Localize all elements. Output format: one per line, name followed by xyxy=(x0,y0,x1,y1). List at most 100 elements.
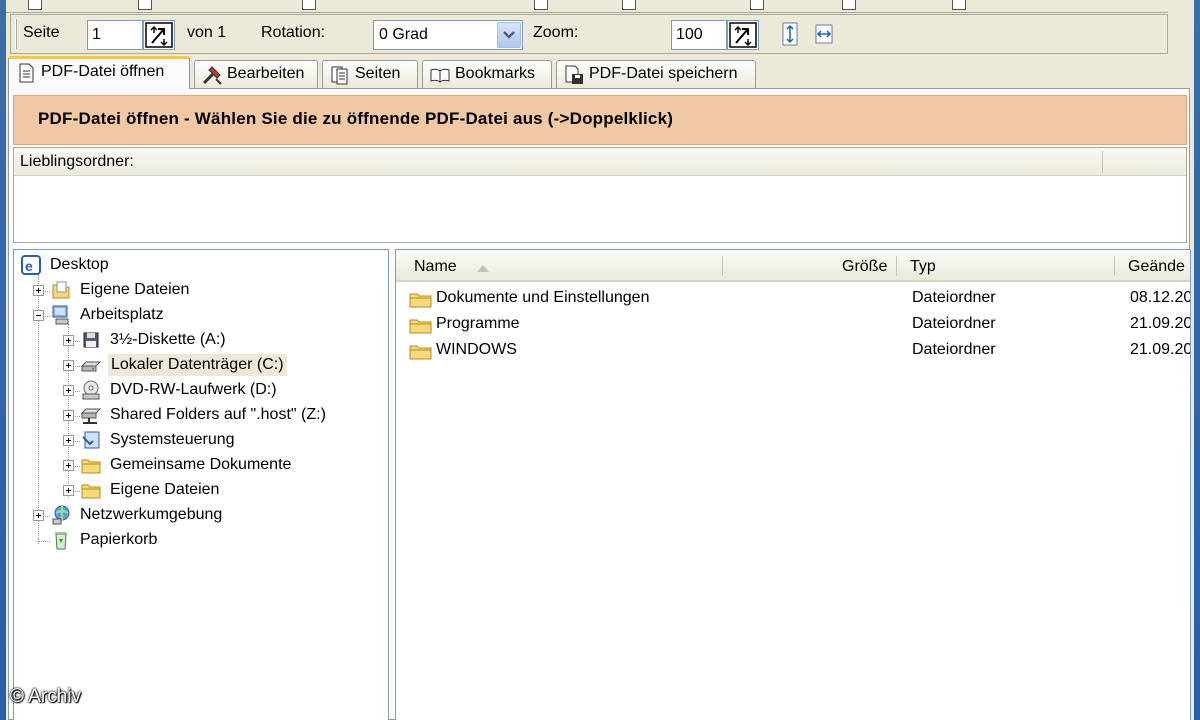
pdf-tool-window: Seite 1 von 1 Rotation: 0 Grad Zoom: 100… xyxy=(0,0,1200,720)
column-divider[interactable] xyxy=(1102,151,1103,173)
column-header-name[interactable]: Name xyxy=(414,258,457,276)
tree-item-network[interactable]: Netzwerkumgebung xyxy=(14,504,384,528)
chevron-down-icon[interactable] xyxy=(497,22,521,48)
tree-item-shared-folders[interactable]: Shared Folders auf ".host" (Z:) xyxy=(14,404,384,428)
toolbar-grip[interactable] xyxy=(15,19,17,49)
folder-icon xyxy=(80,454,102,476)
tree-item-dvd[interactable]: DVD-RW-Laufwerk (D:) xyxy=(14,379,384,403)
svg-text:e: e xyxy=(25,258,33,274)
expand-icon[interactable] xyxy=(63,435,74,446)
column-divider[interactable] xyxy=(1114,256,1115,276)
toolbar-icon[interactable] xyxy=(534,0,548,10)
file-name: WINDOWS xyxy=(436,341,517,358)
tree-item-recycle-bin[interactable]: Papierkorb xyxy=(14,529,384,553)
tree-item-shared-documents[interactable]: Gemeinsame Dokumente xyxy=(14,454,384,478)
tab-pdf-save[interactable]: PDF-Datei speichern xyxy=(556,60,756,88)
navigation-toolbar: Seite 1 von 1 Rotation: 0 Grad Zoom: 100 xyxy=(10,14,1168,54)
tree-item-local-disk[interactable]: Lokaler Datenträger (C:) xyxy=(14,354,384,378)
tab-panel-pdf-open: PDF-Datei öffnen - Wählen Sie die zu öff… xyxy=(8,88,1191,720)
favorites-list[interactable]: Lieblingsordner: xyxy=(13,147,1187,243)
tab-pdf-open[interactable]: PDF-Datei öffnen xyxy=(8,56,190,89)
collapse-icon[interactable] xyxy=(33,310,44,321)
tree-item-control-panel[interactable]: Systemsteuerung xyxy=(14,429,384,453)
tree-item-label: 3½-Diskette (A:) xyxy=(110,331,226,348)
desktop-icon: e xyxy=(20,254,42,276)
main-toolbar xyxy=(6,0,1168,13)
favorites-header-label: Lieblingsordner: xyxy=(20,153,134,170)
expand-icon[interactable] xyxy=(33,285,44,296)
network-icon xyxy=(50,504,72,526)
save-icon xyxy=(563,64,585,86)
document-icon xyxy=(15,62,37,84)
tab-pages[interactable]: Seiten xyxy=(322,60,418,88)
tree-item-label: Desktop xyxy=(50,256,109,273)
window-frame-right xyxy=(1194,0,1200,720)
tools-icon xyxy=(201,64,223,86)
tree-item-my-files[interactable]: Eigene Dateien xyxy=(14,479,384,503)
my-documents-icon xyxy=(50,279,72,301)
toolbar-icon[interactable] xyxy=(750,0,764,10)
expand-icon[interactable] xyxy=(63,460,74,471)
tree-item-label: Gemeinsame Dokumente xyxy=(110,456,292,473)
tab-bar: PDF-Datei öffnen Bearbeiten Seiten Bookm… xyxy=(8,56,1168,89)
tab-label: Bearbeiten xyxy=(227,65,305,82)
expand-icon[interactable] xyxy=(63,385,74,396)
control-panel-icon xyxy=(80,429,102,451)
toolbar-icon[interactable] xyxy=(138,0,152,10)
tab-label: PDF-Datei speichern xyxy=(589,65,738,82)
tree-item-label: Arbeitsplatz xyxy=(80,306,164,323)
copyright-watermark: © Archiv xyxy=(10,686,82,707)
file-row[interactable]: Programme Dateiordner 21.09.20 xyxy=(396,312,1190,338)
floppy-icon xyxy=(80,329,102,351)
tree-line xyxy=(38,541,50,542)
stepper-arrows-icon xyxy=(729,22,757,48)
file-modified: 21.09.20 xyxy=(1130,341,1191,358)
toolbar-icon[interactable] xyxy=(302,0,316,10)
rotation-select[interactable]: 0 Grad xyxy=(373,20,523,50)
file-name: Dokumente und Einstellungen xyxy=(436,289,650,306)
tree-item-label: Lokaler Datenträger (C:) xyxy=(108,354,287,376)
recycle-bin-icon xyxy=(50,529,72,551)
tab-label: PDF-Datei öffnen xyxy=(41,63,165,80)
fit-width-icon[interactable] xyxy=(813,21,835,47)
expand-icon[interactable] xyxy=(63,410,74,421)
tree-item-my-documents[interactable]: Eigene Dateien xyxy=(14,279,384,303)
file-modified: 21.09.20 xyxy=(1130,315,1191,332)
toolbar-icon[interactable] xyxy=(28,0,42,10)
expand-icon[interactable] xyxy=(63,360,74,371)
tab-edit[interactable]: Bearbeiten xyxy=(194,60,318,88)
instruction-banner: PDF-Datei öffnen - Wählen Sie die zu öff… xyxy=(13,95,1187,145)
file-type: Dateiordner xyxy=(912,315,996,332)
tree-item-label: Papierkorb xyxy=(80,531,158,548)
page-number-input[interactable]: 1 xyxy=(87,20,143,50)
tree-item-floppy[interactable]: 3½-Diskette (A:) xyxy=(14,329,384,353)
file-row[interactable]: Dokumente und Einstellungen Dateiordner … xyxy=(396,286,1190,312)
zoom-stepper[interactable] xyxy=(727,20,759,50)
expand-icon[interactable] xyxy=(33,510,44,521)
folder-icon xyxy=(408,340,434,367)
fit-height-icon[interactable] xyxy=(779,21,801,47)
file-list-header: Name Größe Typ Geände xyxy=(396,250,1190,282)
file-list[interactable]: Name Größe Typ Geände Dokumente und Eins… xyxy=(395,249,1191,720)
tree-item-my-computer[interactable]: Arbeitsplatz xyxy=(14,304,384,328)
column-header-modified[interactable]: Geände xyxy=(1128,258,1185,276)
folder-tree[interactable]: e Desktop Eigene Dateien Arbeitsplatz 3½… xyxy=(13,249,389,720)
page-count: von 1 xyxy=(187,24,227,41)
column-divider[interactable] xyxy=(896,256,897,276)
file-modified: 08.12.20 xyxy=(1130,289,1191,306)
column-header-size[interactable]: Größe xyxy=(842,258,887,276)
favorites-header: Lieblingsordner: xyxy=(14,148,1186,176)
stepper-arrows-icon xyxy=(145,22,173,48)
zoom-input[interactable]: 100 xyxy=(671,20,727,50)
expand-icon[interactable] xyxy=(63,485,74,496)
file-row[interactable]: WINDOWS Dateiordner 21.09.20 xyxy=(396,338,1190,364)
toolbar-icon[interactable] xyxy=(622,0,636,10)
tab-bookmarks[interactable]: Bookmarks xyxy=(422,60,552,88)
page-stepper[interactable] xyxy=(143,20,175,50)
column-divider[interactable] xyxy=(722,256,723,276)
expand-icon[interactable] xyxy=(63,335,74,346)
column-header-type[interactable]: Typ xyxy=(910,258,936,276)
folder-icon xyxy=(408,288,434,315)
toolbar-icon[interactable] xyxy=(842,0,856,10)
toolbar-icon[interactable] xyxy=(952,0,966,10)
